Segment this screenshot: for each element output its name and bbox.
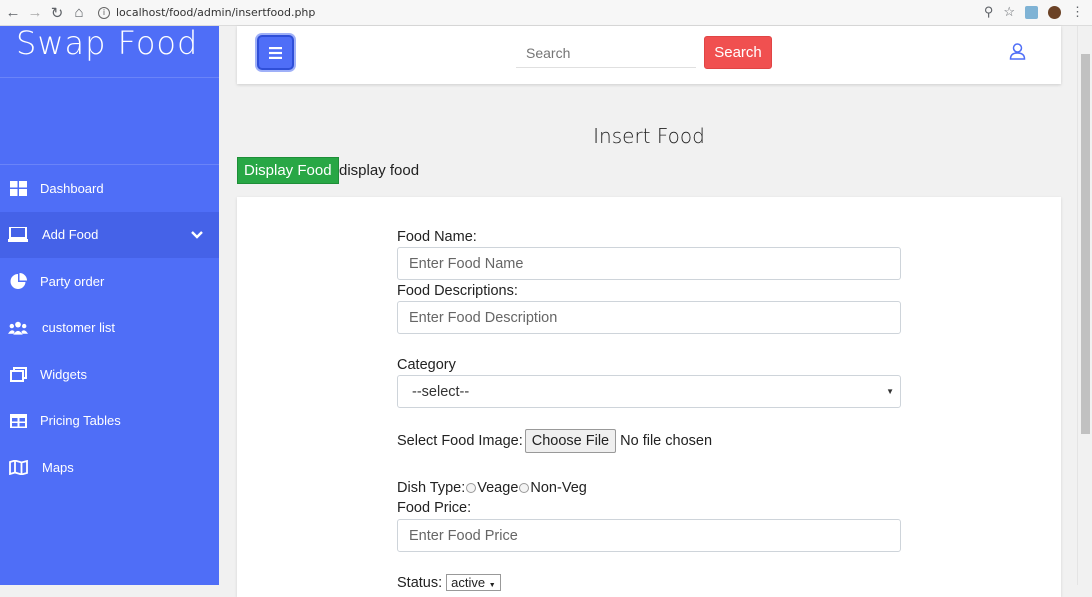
reload-icon[interactable]: ↻ xyxy=(48,4,66,22)
non-veg-radio[interactable] xyxy=(519,483,530,494)
laptop-icon xyxy=(8,227,28,243)
sidebar-item-label: Widgets xyxy=(40,366,87,382)
profile-avatar[interactable] xyxy=(1048,5,1061,19)
no-file-text: No file chosen xyxy=(620,433,713,449)
forward-icon[interactable]: → xyxy=(26,4,44,22)
zoom-icon[interactable]: ⚲ xyxy=(984,4,994,20)
sidebar-item-dashboard[interactable]: Dashboard xyxy=(0,165,219,212)
food-price-input[interactable]: Enter Food Price xyxy=(397,519,901,552)
food-name-input[interactable]: Enter Food Name xyxy=(397,247,901,280)
sidebar-item-label: Pricing Tables xyxy=(40,413,121,429)
sidebar-item-label: Add Food xyxy=(42,227,99,243)
search-input[interactable] xyxy=(516,38,696,68)
category-select[interactable]: --select-- ▼ xyxy=(397,375,901,408)
page-scrollbar[interactable] xyxy=(1077,26,1092,585)
url-text: localhost/food/admin/insertfood.php xyxy=(116,6,316,19)
insert-food-form: Food Name: Enter Food Name Food Descript… xyxy=(237,197,1061,597)
dish-type-row: Dish Type: Veage Non-Veg xyxy=(397,480,587,496)
non-veg-option-label[interactable]: Non-Veg xyxy=(530,480,586,496)
display-food-button[interactable]: Display Food xyxy=(237,157,339,184)
hamburger-menu-button[interactable] xyxy=(257,35,294,70)
sidebar-item-label: Maps xyxy=(42,459,74,475)
table-icon xyxy=(8,413,28,429)
food-image-row: Select Food Image: Choose File No file c… xyxy=(397,429,712,453)
info-icon[interactable]: i xyxy=(98,6,110,19)
top-navbar: Search xyxy=(237,26,1061,84)
search-button[interactable]: Search xyxy=(704,36,772,69)
sidebar-item-label: Party order xyxy=(40,273,105,289)
sidebar-item-widgets[interactable]: Widgets xyxy=(0,351,219,398)
user-icon[interactable] xyxy=(1009,43,1027,61)
dropdown-arrow-icon: ▼ xyxy=(886,387,894,396)
back-icon[interactable]: ← xyxy=(4,4,22,22)
food-description-label: Food Descriptions: xyxy=(397,283,518,299)
hamburger-icon xyxy=(269,46,282,59)
bookmark-star-icon[interactable]: ☆ xyxy=(1003,4,1015,20)
sidebar-item-label: customer list xyxy=(42,320,115,336)
food-price-placeholder: Enter Food Price xyxy=(409,527,518,544)
food-name-placeholder: Enter Food Name xyxy=(409,255,524,272)
sidebar-item-customer-list[interactable]: customer list xyxy=(0,305,219,352)
menu-dots-icon[interactable]: ⋮ xyxy=(1071,4,1084,20)
food-image-label: Select Food Image: xyxy=(397,433,523,449)
category-selected-value: --select-- xyxy=(412,383,470,400)
food-description-input[interactable]: Enter Food Description xyxy=(397,301,901,334)
pie-chart-icon xyxy=(8,272,28,289)
brand-logo[interactable]: Swap Food xyxy=(0,26,219,78)
sidebar-item-maps[interactable]: Maps xyxy=(0,444,219,491)
status-row: Status: active ▼ xyxy=(397,574,501,591)
users-icon xyxy=(8,320,28,336)
browser-toolbar: ← → ↻ ⌂ i localhost/food/admin/insertfoo… xyxy=(0,0,1092,26)
sidebar-item-pricing-tables[interactable]: Pricing Tables xyxy=(0,398,219,445)
home-icon[interactable]: ⌂ xyxy=(70,4,88,22)
dish-type-label: Dish Type: xyxy=(397,480,466,496)
sidebar-item-add-food[interactable]: Add Food xyxy=(0,211,219,258)
windows-icon xyxy=(8,366,28,382)
status-label: Status: xyxy=(397,575,443,591)
grid-icon xyxy=(8,180,28,196)
choose-file-button[interactable]: Choose File xyxy=(524,429,617,453)
food-description-placeholder: Enter Food Description xyxy=(409,309,558,326)
category-label: Category xyxy=(397,357,456,373)
address-bar[interactable]: i localhost/food/admin/insertfood.php xyxy=(98,6,315,19)
chevron-down-icon[interactable] xyxy=(191,227,203,242)
veage-option-label[interactable]: Veage xyxy=(477,480,518,496)
dropdown-arrow-icon: ▼ xyxy=(488,582,496,589)
extension-icon[interactable] xyxy=(1025,5,1038,19)
page-title: Insert Food xyxy=(593,124,705,148)
veage-radio[interactable] xyxy=(466,483,477,494)
sidebar-spacer xyxy=(0,78,219,165)
food-price-label: Food Price: xyxy=(397,500,472,516)
status-select[interactable]: active ▼ xyxy=(446,574,501,591)
map-icon xyxy=(8,459,28,475)
sidebar-item-label: Dashboard xyxy=(40,180,104,196)
display-food-link[interactable]: display food xyxy=(339,162,419,179)
sidebar: Swap Food Dashboard Add Food Party order… xyxy=(0,26,219,585)
food-name-label: Food Name: xyxy=(397,229,477,245)
sidebar-item-party-order[interactable]: Party order xyxy=(0,258,219,305)
status-selected-value: active xyxy=(451,575,486,590)
scrollbar-thumb[interactable] xyxy=(1081,54,1090,434)
